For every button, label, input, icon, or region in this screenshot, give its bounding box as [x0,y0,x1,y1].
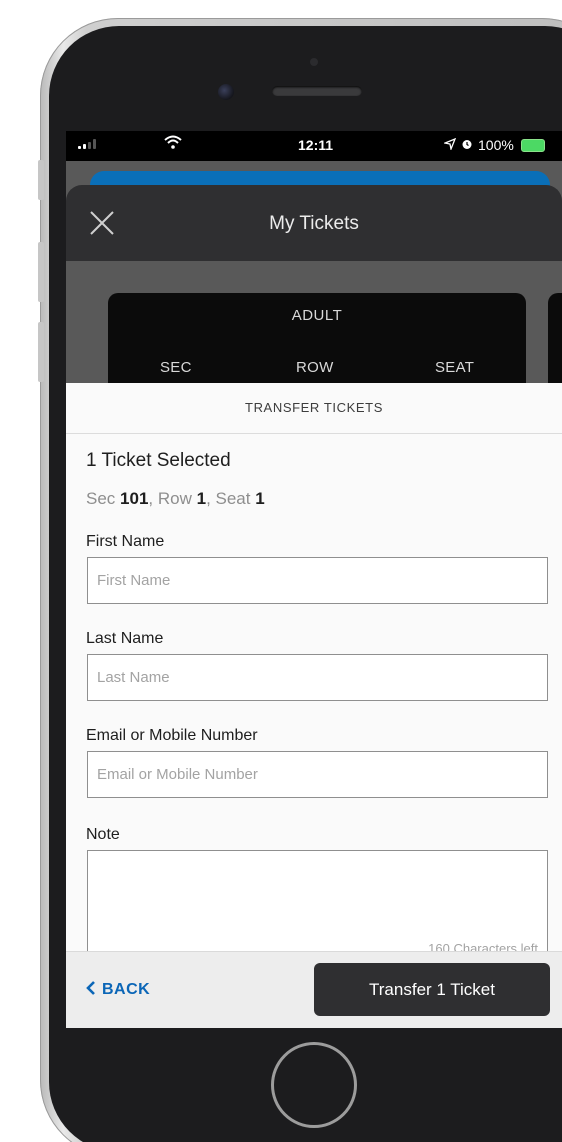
front-camera-icon [218,84,234,100]
seat-info: Sec 101, Row 1, Seat 1 [86,489,265,509]
battery-icon [520,138,545,152]
cellular-signal-icon [78,139,96,149]
back-button[interactable]: BACK [86,972,150,1008]
seat-label: , Seat [206,489,256,508]
page-title: My Tickets [269,213,359,234]
battery-percent: 100% [478,137,514,153]
last-name-label: Last Name [86,630,164,647]
status-right-group: 100% [442,137,545,153]
ticket-type-label: ADULT [291,307,343,324]
my-tickets-header: My Tickets [66,185,562,261]
home-button[interactable] [271,1042,357,1128]
ticket-carousel: ADULT SEC ROW SEAT [66,261,562,403]
sec-column-label: SEC [160,359,192,376]
volume-down-button [38,322,44,382]
phone-screen: 12:11 100% My Tickets ADULT SEC ROW SEAT… [66,131,562,1028]
earpiece-speaker [272,86,362,96]
status-bar: 12:11 100% [66,131,562,161]
contact-label: Email or Mobile Number [86,727,258,744]
row-label: , Row [148,489,197,508]
sec-label: Sec [86,489,121,508]
email-or-mobile-input[interactable] [87,751,548,798]
volume-up-button [38,242,44,302]
row-value: 1 [196,489,207,508]
seat-column-label: SEAT [435,359,475,376]
mute-switch [38,160,44,200]
panel-title: TRANSFER TICKETS [66,383,562,434]
first-name-input[interactable] [87,557,548,604]
row-column-label: ROW [296,359,334,376]
first-name-label: First Name [86,533,165,550]
alarm-icon [461,137,473,153]
seat-value: 1 [255,489,265,508]
transfer-ticket-button[interactable]: Transfer 1 Ticket [314,963,550,1016]
tickets-selected-count: 1 Ticket Selected [86,450,231,471]
back-label: BACK [102,981,151,998]
note-label: Note [86,826,120,843]
wifi-icon [164,135,182,154]
action-footer: BACK Transfer 1 Ticket [66,951,562,1028]
chevron-left-icon [86,980,96,1001]
location-arrow-icon [442,137,457,153]
proximity-sensor [310,58,318,66]
status-time: 12:11 [298,137,334,153]
sec-value: 101 [120,489,149,508]
screenshot-stage: 12:11 100% My Tickets ADULT SEC ROW SEAT… [0,0,562,1142]
last-name-input[interactable] [87,654,548,701]
transfer-tickets-panel: TRANSFER TICKETS 1 Ticket Selected Sec 1… [66,383,562,1028]
